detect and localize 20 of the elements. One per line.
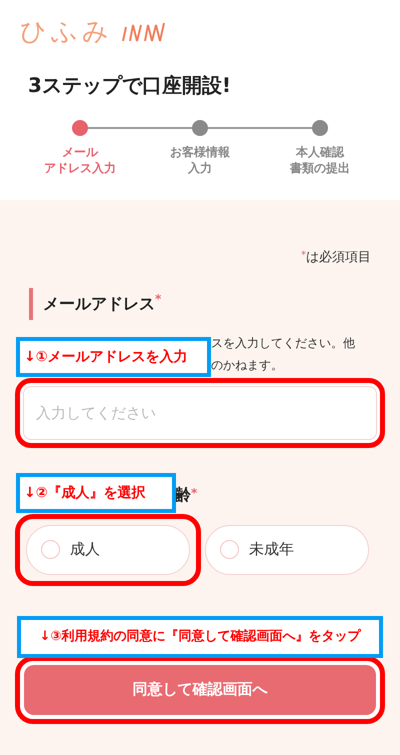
section-heading: メールアドレス* [29, 288, 385, 320]
required-note: *は必須項目 [301, 249, 371, 267]
step-label: 書類の提出 [290, 160, 350, 176]
step-label: 本人確認 [296, 144, 344, 160]
page-title: 3ステップで口座開設! [28, 72, 232, 99]
radio-option[interactable]: 未成年 [205, 524, 369, 574]
step-label: お客様情報 [170, 144, 230, 160]
step-label: アドレス入力 [44, 160, 116, 176]
radio-option[interactable]: 成人 [26, 524, 190, 574]
step-label: 入力 [188, 160, 212, 176]
description-text: スを入力してください。他 [211, 334, 356, 352]
step-label: メール [62, 144, 98, 160]
email-input-field[interactable]: 入力してください [23, 386, 377, 440]
description-text: のかねます。 [211, 356, 284, 374]
instruction-callout: ↓②『成人』を選択 [16, 473, 176, 513]
logo-mark-icon [121, 21, 167, 43]
instruction-callout: ↓①メールアドレスを入力 [16, 337, 211, 377]
section-heading: 齢* [175, 484, 198, 506]
instruction-callout: ↓③利用規約の同意に『同意して確認画面へ』をタップ [17, 616, 383, 658]
logo-text: ひふみ [20, 16, 113, 48]
